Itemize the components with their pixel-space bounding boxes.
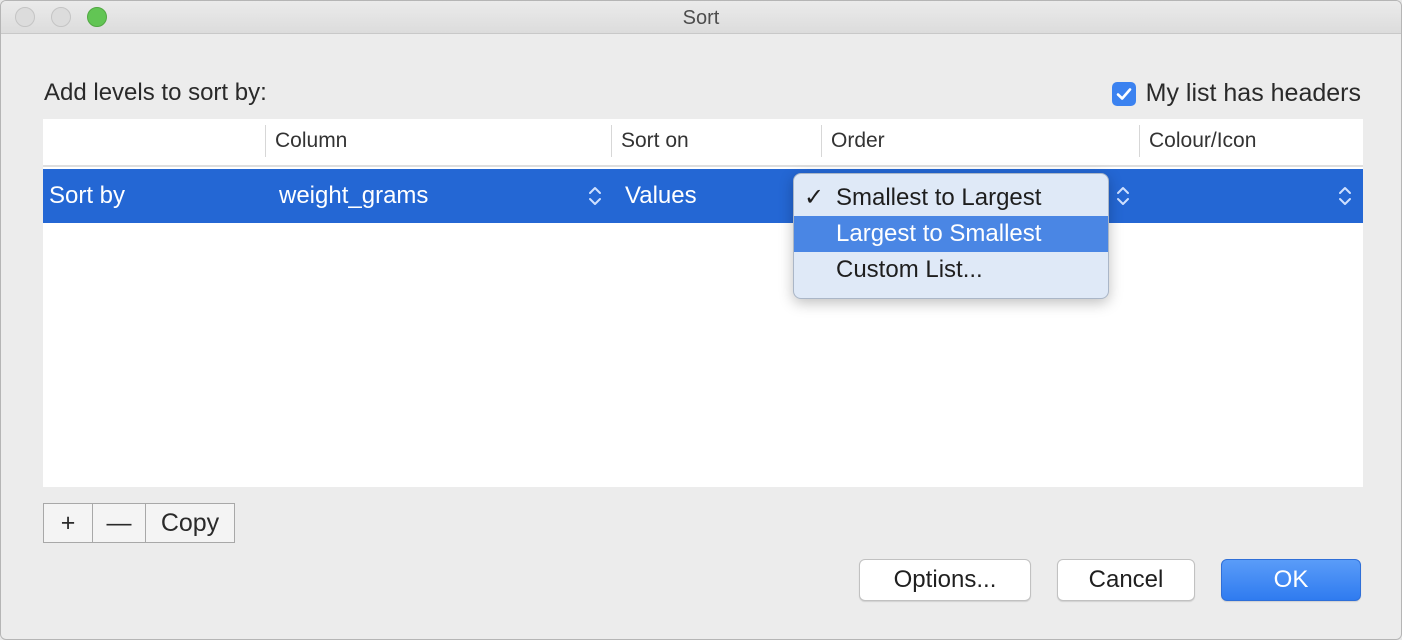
- level-buttons: + — Copy: [43, 503, 235, 543]
- menu-item-label: Smallest to Largest: [836, 184, 1042, 211]
- order-dropdown-menu: ✓ Smallest to Largest Largest to Smalles…: [793, 173, 1109, 299]
- column-header-sort-on[interactable]: Sort on: [611, 119, 689, 165]
- ok-button[interactable]: OK: [1221, 559, 1361, 601]
- menu-item-label: Custom List...: [836, 256, 983, 283]
- sort-by-label: Sort by: [49, 182, 126, 209]
- column-select-chevron-icon[interactable]: [587, 183, 603, 209]
- my-list-has-headers-checkbox[interactable]: My list has headers: [1111, 79, 1361, 108]
- column-select-value[interactable]: weight_grams: [279, 169, 428, 223]
- column-header-column[interactable]: Column: [265, 119, 347, 165]
- sort-levels-table: Column Sort on Order Colour/Icon Sort by…: [43, 119, 1363, 487]
- sort-dialog: Sort Add levels to sort by: My list has …: [0, 0, 1402, 640]
- colour-icon-select-chevron-icon[interactable]: [1337, 183, 1353, 209]
- table-row[interactable]: Sort by weight_grams Values: [43, 169, 1363, 223]
- sort-levels-prompt: Add levels to sort by:: [44, 79, 267, 106]
- column-header-colour-icon[interactable]: Colour/Icon: [1139, 119, 1256, 165]
- add-level-button[interactable]: +: [44, 504, 93, 542]
- headers-checkbox-label: My list has headers: [1145, 79, 1361, 107]
- menu-item-custom-list[interactable]: Custom List...: [794, 252, 1108, 288]
- window-title: Sort: [682, 7, 720, 29]
- title-bar: Sort: [1, 1, 1401, 34]
- checkbox-checked-icon[interactable]: [1111, 81, 1136, 106]
- menu-item-largest-to-smallest[interactable]: Largest to Smallest: [794, 216, 1108, 252]
- column-header-level: [43, 119, 263, 165]
- options-button[interactable]: Options...: [859, 559, 1031, 601]
- table-header: Column Sort on Order Colour/Icon: [43, 119, 1363, 167]
- remove-level-button[interactable]: —: [93, 504, 146, 542]
- copy-level-button[interactable]: Copy: [146, 504, 234, 542]
- checkmark-icon: ✓: [804, 184, 825, 211]
- cancel-button[interactable]: Cancel: [1057, 559, 1195, 601]
- menu-item-label: Largest to Smallest: [836, 220, 1042, 247]
- sort-on-select-value[interactable]: Values: [625, 169, 697, 223]
- menu-item-smallest-to-largest[interactable]: ✓ Smallest to Largest: [794, 180, 1108, 216]
- order-select-chevron-icon[interactable]: [1115, 183, 1131, 209]
- column-header-order[interactable]: Order: [821, 119, 885, 165]
